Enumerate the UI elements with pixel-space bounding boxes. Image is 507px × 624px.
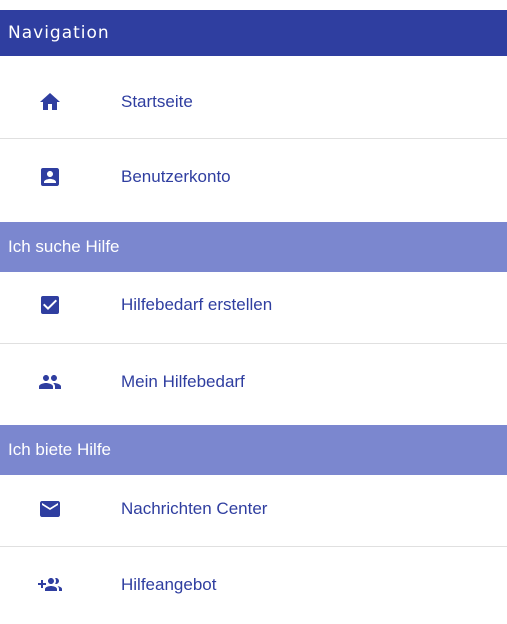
checkbox-icon	[38, 293, 62, 317]
nav-item-hilfeangebot[interactable]: Hilfeangebot	[0, 547, 507, 623]
nav-item-label: Hilfeangebot	[121, 575, 217, 594]
nav-item-startseite[interactable]: Startseite	[0, 64, 507, 140]
mail-icon	[38, 497, 62, 521]
navigation-title: Navigation	[8, 23, 110, 43]
section-header-ich-biete-hilfe: Ich biete Hilfe	[0, 425, 507, 475]
account-box-icon	[38, 165, 62, 189]
section-header-ich-suche-hilfe: Ich suche Hilfe	[0, 222, 507, 272]
nav-item-nachrichten-center[interactable]: Nachrichten Center	[0, 471, 507, 547]
nav-item-label: Startseite	[121, 92, 193, 111]
nav-item-mein-hilfebedarf[interactable]: Mein Hilfebedarf	[0, 344, 507, 420]
nav-item-label: Benutzerkonto	[121, 167, 231, 186]
nav-item-hilfebedarf-erstellen[interactable]: Hilfebedarf erstellen	[0, 267, 507, 343]
navigation-header: Navigation	[0, 10, 507, 56]
section-title: Ich suche Hilfe	[8, 237, 120, 256]
nav-item-label: Nachrichten Center	[121, 499, 268, 518]
nav-item-label: Mein Hilfebedarf	[121, 372, 245, 391]
home-icon	[38, 90, 62, 114]
people-icon	[38, 370, 62, 394]
section-title: Ich biete Hilfe	[8, 440, 111, 459]
nav-item-benutzerkonto[interactable]: Benutzerkonto	[0, 139, 507, 215]
group-add-icon	[38, 573, 62, 597]
nav-item-label: Hilfebedarf erstellen	[121, 295, 273, 314]
